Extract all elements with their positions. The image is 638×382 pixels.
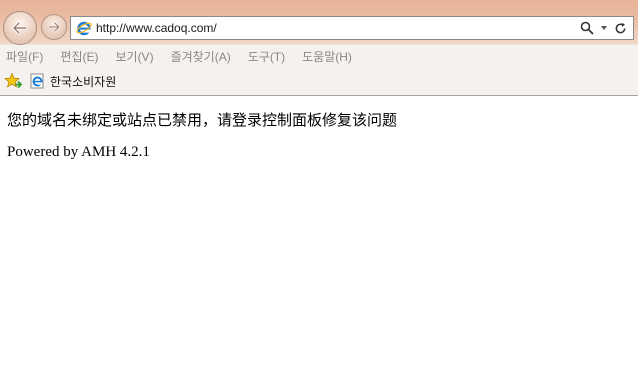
menu-favorites[interactable]: 즐겨찾기(A) [171, 48, 231, 65]
refresh-icon[interactable] [614, 22, 627, 35]
favorites-link-label: 한국소비자원 [50, 74, 117, 89]
favorites-star-icon[interactable] [4, 72, 22, 90]
browser-chrome: http://www.cadoq.com/ 파일(F) 편집(E) 보기(V) … [0, 0, 638, 96]
search-icon[interactable] [580, 21, 594, 35]
ie-logo-icon [76, 21, 92, 36]
address-tools [580, 21, 627, 35]
menu-tools[interactable]: 도구(T) [248, 48, 285, 65]
page-content: 您的域名未绑定或站点已禁用，请登录控制面板修复该问题 Powered by AM… [0, 96, 638, 382]
address-url[interactable]: http://www.cadoq.com/ [96, 21, 580, 35]
arrow-right-icon [48, 21, 60, 33]
menu-help[interactable]: 도움말(H) [302, 48, 352, 65]
error-message: 您的域名未绑定或站点已禁用，请登录控制面板修复该问题 [7, 113, 398, 129]
chevron-down-icon[interactable] [600, 24, 608, 32]
address-bar[interactable]: http://www.cadoq.com/ [70, 16, 634, 40]
forward-button[interactable] [41, 14, 67, 40]
powered-by-text: Powered by AMH 4.2.1 [7, 144, 150, 160]
favorites-bar: 한국소비자원 [0, 70, 638, 92]
menu-view[interactable]: 보기(V) [115, 48, 153, 65]
ie-page-icon [30, 73, 44, 89]
menu-edit[interactable]: 편집(E) [60, 48, 98, 65]
menu-bar: 파일(F) 편집(E) 보기(V) 즐겨찾기(A) 도구(T) 도움말(H) [0, 47, 638, 65]
arrow-left-icon [12, 21, 28, 35]
navigation-row: http://www.cadoq.com/ [0, 10, 638, 46]
favorites-link[interactable]: 한국소비자원 [30, 73, 116, 90]
back-button[interactable] [3, 11, 37, 45]
menu-file[interactable]: 파일(F) [6, 48, 43, 65]
